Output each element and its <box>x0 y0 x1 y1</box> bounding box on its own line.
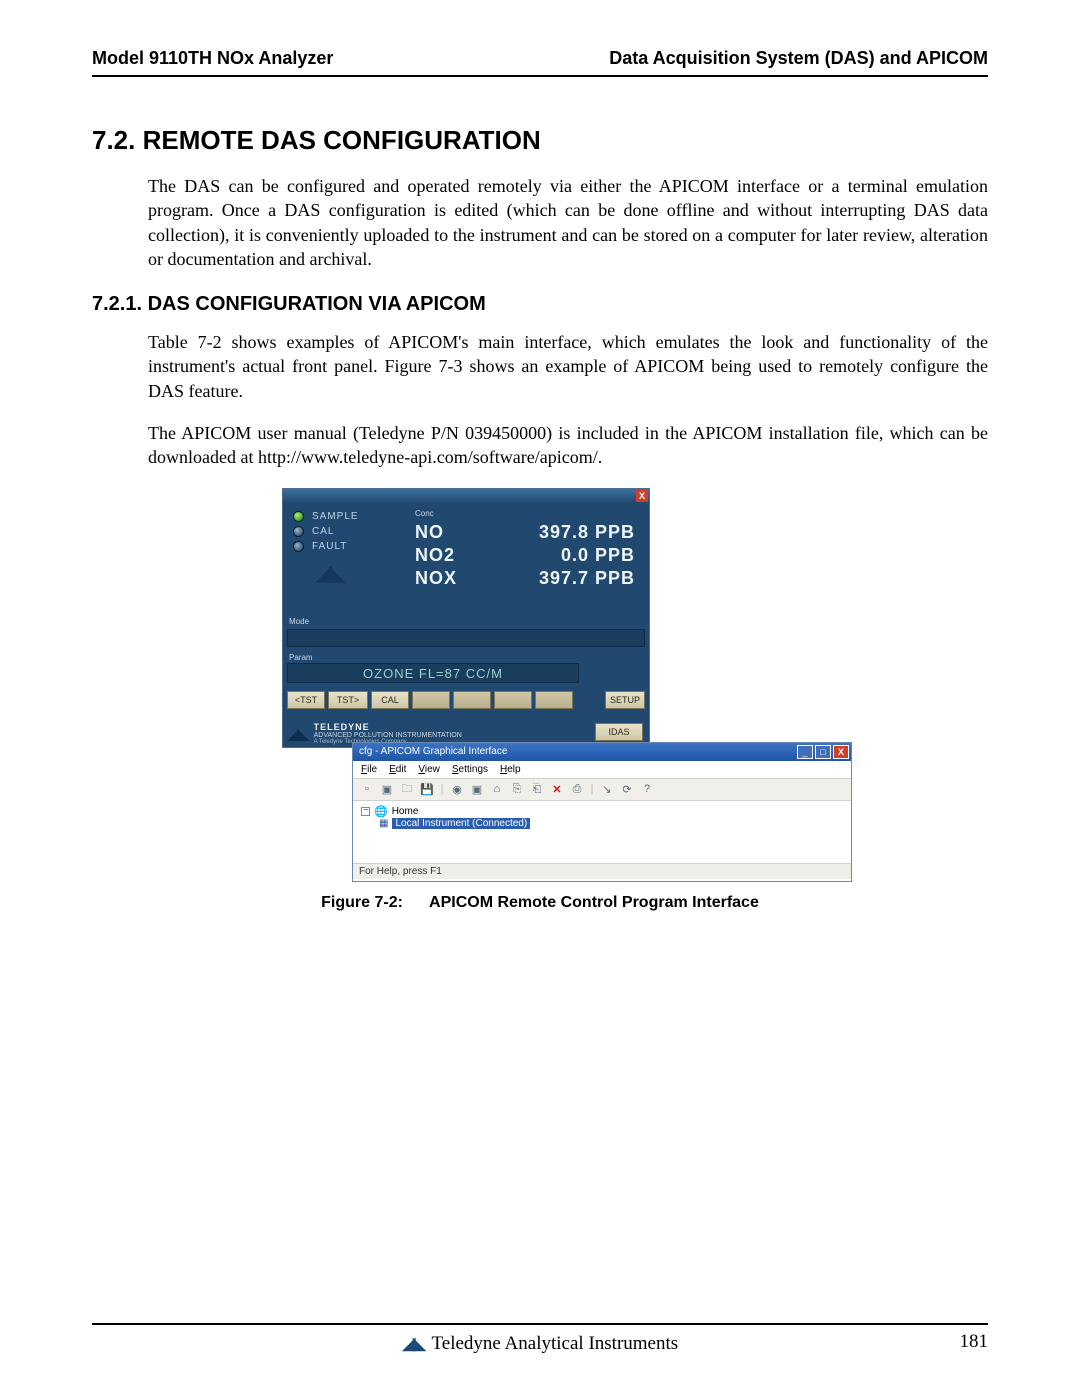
footer-company: Teledyne Analytical Instruments <box>432 1333 679 1355</box>
section-heading: 7.2. REMOTE DAS CONFIGURATION <box>92 125 988 156</box>
page-header: Model 9110TH NOx Analyzer Data Acquisiti… <box>92 48 988 77</box>
figure-caption: Figure 7-2: APICOM Remote Control Progra… <box>92 894 988 912</box>
instrument-panel: X SAMPLE CAL FAULT ◢◣ <box>282 488 650 748</box>
separator-icon: | <box>589 781 595 797</box>
figure-label: Figure 7-2: <box>321 894 403 911</box>
tree-item[interactable]: ▦ Local Instrument (Connected) <box>379 818 843 829</box>
apicom-title: cfg - APICOM Graphical Interface <box>359 746 507 757</box>
led-label: FAULT <box>312 541 347 552</box>
header-right: Data Acquisition System (DAS) and APICOM <box>609 48 988 69</box>
led-fault: FAULT <box>293 541 411 552</box>
instrument-titlebar: X <box>283 489 649 503</box>
cal-button[interactable]: CAL <box>371 691 409 709</box>
copy-icon[interactable]: ⎘ <box>509 781 525 797</box>
help-icon[interactable]: ? <box>639 781 655 797</box>
paste-icon[interactable]: ⎗ <box>529 781 545 797</box>
led-label: CAL <box>312 526 334 537</box>
led-sample: SAMPLE <box>293 511 411 522</box>
tst-next-button[interactable]: TST> <box>328 691 368 709</box>
folder-icon[interactable]: 🗀 <box>399 781 415 797</box>
led-label: SAMPLE <box>312 511 359 522</box>
gas-value: 397.7 PPB <box>539 568 635 589</box>
param-display: OZONE FL=87 CC/M <box>287 663 579 683</box>
teledyne-logo-icon: ◢◣ <box>287 724 308 744</box>
blank-button[interactable] <box>494 691 532 709</box>
separator-icon: | <box>439 781 445 797</box>
menu-view[interactable]: View <box>418 764 440 775</box>
tree-item-label: Local Instrument (Connected) <box>392 818 530 829</box>
status-bar: For Help, press F1 <box>353 863 851 879</box>
page-number: 181 <box>960 1331 989 1353</box>
toolbar: ▫ ▣ 🗀 💾 | ◉ ▣ ⌂ ⎘ ⎗ ✕ ⎙ | ↘ ⟳ ? <box>353 779 851 801</box>
connect-icon[interactable]: ◉ <box>449 781 465 797</box>
led-icon <box>293 511 304 522</box>
reading-nox: NOX 397.7 PPB <box>411 568 639 591</box>
print-icon[interactable]: ⎙ <box>569 781 585 797</box>
tree-root[interactable]: 🌐 Home <box>361 805 843 818</box>
blank-button[interactable] <box>453 691 491 709</box>
delete-icon[interactable]: ✕ <box>549 781 565 797</box>
maximize-button[interactable]: □ <box>815 745 831 759</box>
section-paragraph: The DAS can be configured and operated r… <box>148 174 988 271</box>
blank-button[interactable] <box>412 691 450 709</box>
instrument-close-button[interactable]: X <box>636 490 648 502</box>
tool-icon[interactable]: ↘ <box>599 781 615 797</box>
menu-edit[interactable]: Edit <box>389 764 406 775</box>
apicom-titlebar: cfg - APICOM Graphical Interface _ □ X <box>353 743 851 761</box>
brand-subtitle: ADVANCED POLLUTION INSTRUMENTATION <box>314 732 462 739</box>
mode-label: Mode <box>289 617 309 626</box>
tree-root-label: Home <box>392 806 419 817</box>
mode-bar <box>287 629 645 647</box>
open-icon[interactable]: ▣ <box>379 781 395 797</box>
page-footer: ◢◣ Teledyne Analytical Instruments <box>92 1323 988 1355</box>
reading-no: NO 397.8 PPB <box>411 522 639 545</box>
figure-7-2: X SAMPLE CAL FAULT ◢◣ <box>282 488 862 888</box>
gas-name: NO <box>415 522 444 543</box>
param-label: Param <box>289 653 313 662</box>
brand-name: TELEDYNE <box>314 723 462 732</box>
figure-title: APICOM Remote Control Program Interface <box>429 894 759 911</box>
idas-button[interactable]: IDAS <box>595 723 643 741</box>
stop-icon[interactable]: ▣ <box>469 781 485 797</box>
menu-settings[interactable]: Settings <box>452 764 488 775</box>
new-icon[interactable]: ▫ <box>359 781 375 797</box>
teledyne-logo-icon: ◢◣ <box>402 1333 424 1355</box>
button-spacer <box>576 691 602 709</box>
home-icon[interactable]: ⌂ <box>489 781 505 797</box>
setup-button[interactable]: SETUP <box>605 691 645 709</box>
minimize-button[interactable]: _ <box>797 745 813 759</box>
menu-bar: File Edit View Settings Help <box>353 761 851 779</box>
subsection-paragraph-2: The APICOM user manual (Teledyne P/N 039… <box>148 421 988 470</box>
instrument-tree: 🌐 Home ▦ Local Instrument (Connected) <box>353 801 851 863</box>
teledyne-logo-icon: ◢◣ <box>315 560 411 586</box>
gas-value: 397.8 PPB <box>539 522 635 543</box>
gas-name: NO2 <box>415 545 455 566</box>
subsection-paragraph-1: Table 7-2 shows examples of APICOM's mai… <box>148 330 988 403</box>
led-icon <box>293 526 304 537</box>
reading-no2: NO2 0.0 PPB <box>411 545 639 568</box>
gas-value: 0.0 PPB <box>561 545 635 566</box>
close-button[interactable]: X <box>833 745 849 759</box>
save-icon[interactable]: 💾 <box>419 781 435 797</box>
refresh-icon[interactable]: ⟳ <box>619 781 635 797</box>
led-icon <box>293 541 304 552</box>
subsection-heading: 7.2.1. DAS CONFIGURATION VIA APICOM <box>92 293 988 316</box>
blank-button[interactable] <box>535 691 573 709</box>
concentration-panel: Conc NO 397.8 PPB NO2 0.0 PPB NOX 397.7 … <box>411 503 649 619</box>
header-left: Model 9110TH NOx Analyzer <box>92 48 333 69</box>
instrument-button-row: <TST TST> CAL SETUP <box>287 691 645 709</box>
menu-file[interactable]: File <box>361 764 377 775</box>
gas-name: NOX <box>415 568 457 589</box>
tst-prev-button[interactable]: <TST <box>287 691 325 709</box>
apicom-window: cfg - APICOM Graphical Interface _ □ X F… <box>352 742 852 882</box>
status-led-panel: SAMPLE CAL FAULT ◢◣ <box>283 503 411 619</box>
collapse-icon[interactable] <box>361 807 370 816</box>
globe-icon: 🌐 <box>374 805 388 818</box>
menu-help[interactable]: Help <box>500 764 521 775</box>
led-cal: CAL <box>293 526 411 537</box>
conc-label: Conc <box>415 509 639 518</box>
instrument-icon: ▦ <box>379 818 388 829</box>
